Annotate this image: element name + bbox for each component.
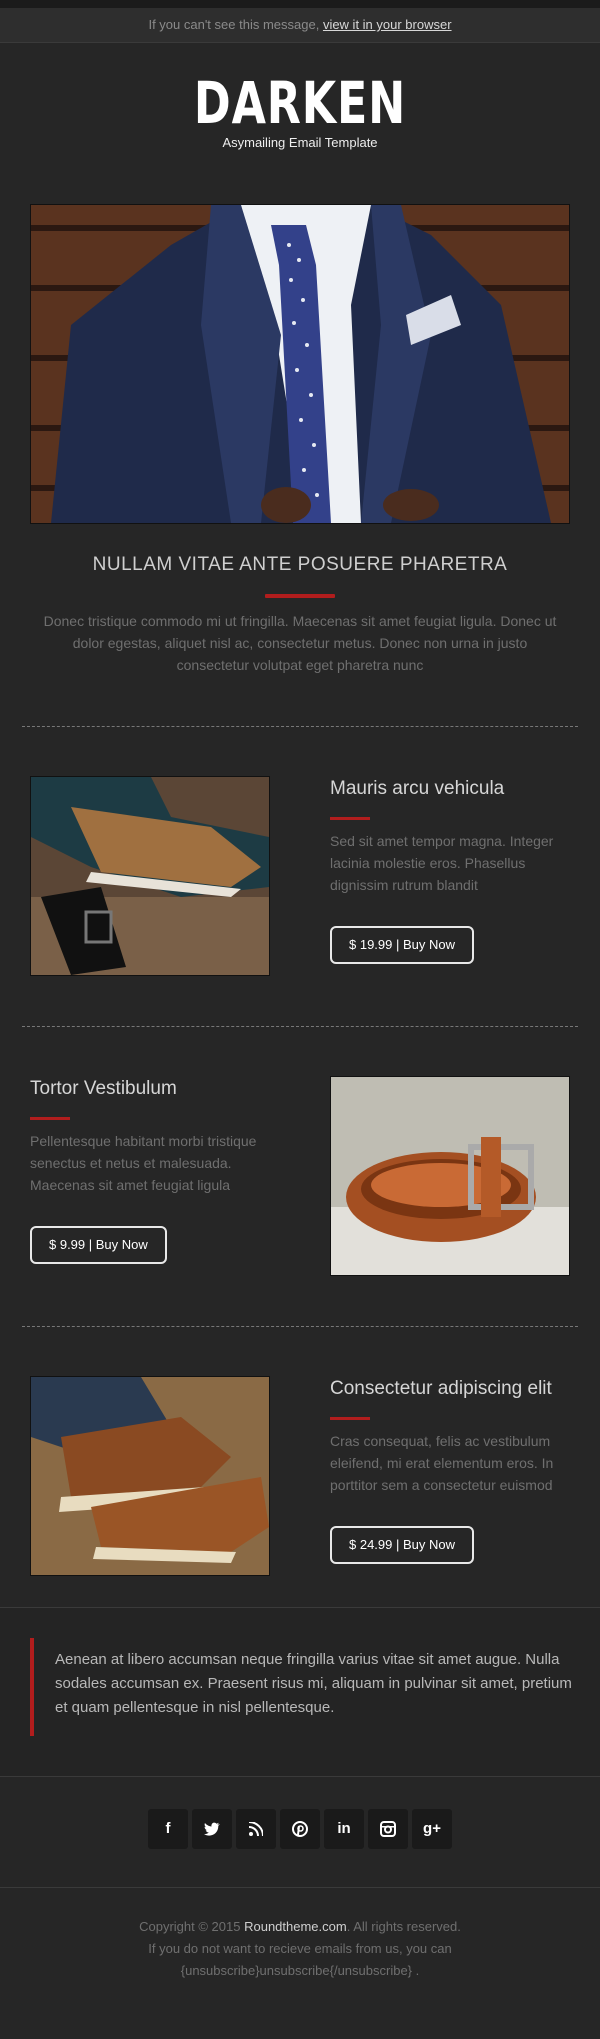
preheader: If you can't see this message, view it i… <box>0 8 600 43</box>
quote-section: Aenean at libero accumsan neque fringill… <box>0 1607 600 1777</box>
copyright-line: Copyright © 2015 Roundtheme.com. All rig… <box>0 1916 600 1938</box>
quote-text: Aenean at libero accumsan neque fringill… <box>55 1651 572 1716</box>
unsubscribe-notice: If you do not want to recieve emails fro… <box>148 1941 452 1956</box>
rss-icon[interactable] <box>236 1809 276 1849</box>
pinterest-icon[interactable] <box>280 1809 320 1849</box>
product-title: Consectetur adipiscing elit <box>330 1378 552 1399</box>
logo[interactable]: DARKEN <box>45 43 555 133</box>
boat-shoe-illustration <box>31 1377 269 1575</box>
belt-illustration <box>331 1077 569 1275</box>
site-link[interactable]: Roundtheme.com <box>244 1919 347 1934</box>
copyright-prefix: Copyright © 2015 <box>139 1919 241 1934</box>
hero-text: Donec tristique commodo mi ut fringilla.… <box>43 613 557 673</box>
copyright-suffix: . All rights reserved. <box>346 1919 461 1934</box>
unsubscribe-link[interactable]: {unsubscribe}unsubscribe{/unsubscribe} . <box>0 1960 600 1982</box>
header: DARKEN Asymailing Email Template <box>0 43 600 167</box>
social-section: f in g+ <box>0 1777 600 1888</box>
hero-title: NULLAM VITAE ANTE POSUERE PHARETRA <box>92 554 508 575</box>
quote-accent-bar <box>30 1638 34 1736</box>
product-image-shoe[interactable] <box>30 776 270 976</box>
google-plus-icon[interactable]: g+ <box>412 1809 452 1849</box>
product-card: Mauris arcu vehicula Sed sit amet tempor… <box>0 727 600 1026</box>
suit-illustration <box>31 205 569 523</box>
hero-divider <box>265 594 335 598</box>
product-image-boat-shoe[interactable] <box>30 1376 270 1576</box>
product-card: Tortor Vestibulum Pellentesque habitant … <box>0 1027 600 1326</box>
product-title: Tortor Vestibulum <box>30 1078 177 1099</box>
top-strip <box>0 0 600 8</box>
hero-section: NULLAM VITAE ANTE POSUERE PHARETRA Donec… <box>0 167 600 676</box>
footer: Copyright © 2015 Roundtheme.com. All rig… <box>0 1888 600 2014</box>
product-description: Cras consequat, felis ac vestibulum elei… <box>330 1433 554 1493</box>
product-divider <box>330 817 370 820</box>
product-description: Pellentesque habitant morbi tristique se… <box>30 1133 257 1193</box>
product-description: Sed sit amet tempor magna. Integer lacin… <box>330 833 554 893</box>
buy-now-button[interactable]: $ 24.99 | Buy Now <box>330 1526 474 1564</box>
shoe-illustration <box>31 777 269 975</box>
buy-now-button[interactable]: $ 9.99 | Buy Now <box>30 1226 167 1264</box>
tagline: Asymailing Email Template <box>222 135 378 150</box>
facebook-icon[interactable]: f <box>148 1809 188 1849</box>
buy-now-button[interactable]: $ 19.99 | Buy Now <box>330 926 474 964</box>
product-card: Consectetur adipiscing elit Cras consequ… <box>0 1327 600 1607</box>
product-image-belt[interactable] <box>330 1076 570 1276</box>
hero-image[interactable] <box>30 204 570 524</box>
twitter-icon[interactable] <box>192 1809 232 1849</box>
product-title: Mauris arcu vehicula <box>330 778 505 799</box>
instagram-icon[interactable] <box>368 1809 408 1849</box>
linkedin-icon[interactable]: in <box>324 1809 364 1849</box>
product-divider <box>330 1417 370 1420</box>
view-in-browser-link[interactable]: view it in your browser <box>323 17 452 32</box>
product-divider <box>30 1117 70 1120</box>
preheader-text: If you can't see this message, <box>148 17 320 32</box>
